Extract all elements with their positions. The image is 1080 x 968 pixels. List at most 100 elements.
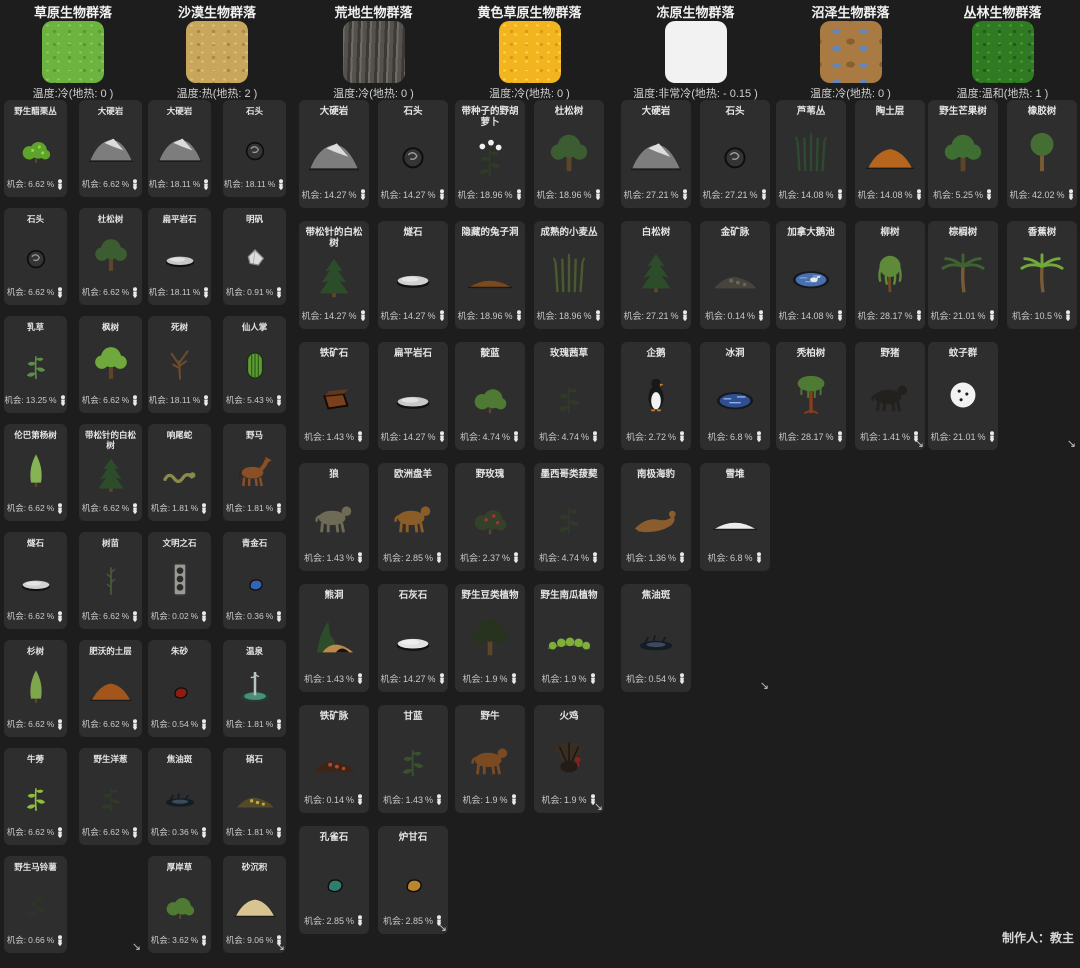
chance-prefix: 机会: bbox=[380, 672, 401, 685]
quad-icon bbox=[299, 480, 369, 551]
item-card[interactable]: 枫树机会:6.62% bbox=[79, 316, 142, 413]
resize-handle-icon[interactable]: ↘ bbox=[594, 802, 603, 813]
person-cursor-icon bbox=[56, 935, 64, 946]
item-card[interactable]: 铁矿脉机会:0.14% bbox=[299, 705, 369, 813]
item-card[interactable]: 响尾蛇机会:1.81% bbox=[148, 424, 211, 521]
item-card[interactable]: 明矾机会:0.91% bbox=[223, 208, 286, 305]
item-card[interactable]: 厚岸草机会:3.62% bbox=[148, 856, 211, 953]
item-card[interactable]: 杜松树机会:6.62% bbox=[79, 208, 142, 305]
chance-prefix: 机会: bbox=[541, 672, 562, 685]
item-card[interactable]: 死树机会:18.11% bbox=[148, 316, 211, 413]
item-card[interactable]: 大硬岩机会:27.21% bbox=[621, 100, 691, 208]
item-name: 明矾 bbox=[244, 208, 265, 224]
item-card[interactable]: 蚊子群机会:21.01% bbox=[928, 342, 998, 450]
item-card[interactable]: 野生南瓜植物机会:1.9% bbox=[534, 584, 604, 692]
item-card[interactable]: 杜松树机会:18.96% bbox=[534, 100, 604, 208]
item-card[interactable]: 秃柏树机会:28.17% bbox=[776, 342, 846, 450]
item-card[interactable]: 燧石机会:6.62% bbox=[4, 532, 67, 629]
resize-handle-icon[interactable]: ↘ bbox=[915, 439, 924, 450]
item-card[interactable]: 石头机会:14.27% bbox=[378, 100, 448, 208]
item-card[interactable]: 带松针的白松树机会:6.62% bbox=[79, 424, 142, 521]
item-card[interactable]: 欧洲盘羊机会:2.85% bbox=[378, 463, 448, 571]
item-card[interactable]: 扁平岩石机会:14.27% bbox=[378, 342, 448, 450]
item-card[interactable]: 大硬岩机会:18.11% bbox=[148, 100, 211, 197]
item-card[interactable]: 青金石机会:0.36% bbox=[223, 532, 286, 629]
item-card[interactable]: 靛蓝机会:4.74% bbox=[455, 342, 525, 450]
item-card[interactable]: 大硬岩机会:14.27% bbox=[299, 100, 369, 208]
item-card[interactable]: 温泉机会:1.81% bbox=[223, 640, 286, 737]
percent-sign: % bbox=[826, 432, 834, 442]
item-card[interactable]: 熊洞机会:1.43% bbox=[299, 584, 369, 692]
resize-handle-icon[interactable]: ↘ bbox=[132, 942, 141, 953]
item-card[interactable]: 柳树机会:28.17% bbox=[855, 221, 925, 329]
item-card[interactable]: 石头机会:27.21% bbox=[700, 100, 770, 208]
item-card[interactable]: 野猪机会:1.41% bbox=[855, 342, 925, 450]
biome-texture-swatch bbox=[186, 21, 248, 83]
item-card[interactable]: 野生豆类植物机会:1.9% bbox=[455, 584, 525, 692]
flat-icon bbox=[4, 548, 67, 610]
item-card[interactable]: 冰洞机会:6.8% bbox=[700, 342, 770, 450]
item-card[interactable]: 朱砂机会:0.54% bbox=[148, 640, 211, 737]
item-card[interactable]: 加拿大鹅池机会:14.08% bbox=[776, 221, 846, 329]
chance-prefix: 机会: bbox=[460, 430, 481, 443]
item-card[interactable]: 硝石机会:1.81% bbox=[223, 748, 286, 845]
item-card[interactable]: 带松针的白松树机会:14.27% bbox=[299, 221, 369, 329]
item-card[interactable]: 橡胶树机会:42.02% bbox=[1007, 100, 1077, 208]
chance-prefix: 机会: bbox=[707, 551, 728, 564]
item-chance: 机会:1.43% bbox=[304, 551, 364, 571]
item-card[interactable]: 燧石机会:14.27% bbox=[378, 221, 448, 329]
item-card[interactable]: 野牛机会:1.9% bbox=[455, 705, 525, 813]
item-card[interactable]: 芦苇丛机会:14.08% bbox=[776, 100, 846, 208]
item-card[interactable]: 野生醋栗丛机会:6.62% bbox=[4, 100, 67, 197]
item-card[interactable]: 铁矿石机会:1.43% bbox=[299, 342, 369, 450]
item-card[interactable]: 玫瑰茜草机会:4.74% bbox=[534, 342, 604, 450]
item-card[interactable]: 文明之石机会:0.02% bbox=[148, 532, 211, 629]
item-card[interactable]: 野生马铃薯机会:0.66% bbox=[4, 856, 67, 953]
item-card[interactable]: 白松树机会:27.21% bbox=[621, 221, 691, 329]
item-card[interactable]: 野玫瑰机会:2.37% bbox=[455, 463, 525, 571]
item-card[interactable]: 牛蒡机会:6.62% bbox=[4, 748, 67, 845]
item-card[interactable]: 孔雀石机会:2.85% bbox=[299, 826, 369, 934]
item-card[interactable]: 砂沉积机会:9.06% bbox=[223, 856, 286, 953]
item-card[interactable]: 石灰石机会:14.27% bbox=[378, 584, 448, 692]
chance-value: 10.5 bbox=[1034, 311, 1052, 321]
item-card[interactable]: 隐藏的兔子洞机会:18.96% bbox=[455, 221, 525, 329]
item-card[interactable]: 成熟的小麦丛机会:18.96% bbox=[534, 221, 604, 329]
item-card[interactable]: 杉树机会:6.62% bbox=[4, 640, 67, 737]
item-card[interactable]: 焦油斑机会:0.54% bbox=[621, 584, 691, 692]
resize-handle-icon[interactable]: ↘ bbox=[276, 942, 285, 953]
item-card[interactable]: 野生芒果树机会:5.25% bbox=[928, 100, 998, 208]
item-card[interactable]: 野马机会:1.81% bbox=[223, 424, 286, 521]
item-card[interactable]: 雪堆机会:6.8% bbox=[700, 463, 770, 571]
item-card[interactable]: 南极海豹机会:1.36% bbox=[621, 463, 691, 571]
item-card[interactable]: 石头机会:18.11% bbox=[223, 100, 286, 197]
item-card[interactable]: 石头机会:6.62% bbox=[4, 208, 67, 305]
chance-value: 27.21 bbox=[725, 190, 748, 200]
resize-handle-icon[interactable]: ↘ bbox=[1067, 439, 1076, 450]
item-card[interactable]: 棕榈树机会:21.01% bbox=[928, 221, 998, 329]
item-card[interactable]: 伦巴第杨树机会:6.62% bbox=[4, 424, 67, 521]
resize-handle-icon[interactable]: ↘ bbox=[760, 681, 769, 692]
resize-handle-icon[interactable]: ↘ bbox=[438, 923, 447, 934]
item-card[interactable]: 仙人掌机会:5.43% bbox=[223, 316, 286, 413]
person-cursor-icon bbox=[512, 431, 520, 442]
item-card[interactable]: 乳草机会:13.25% bbox=[4, 316, 67, 413]
item-card[interactable]: 陶土层机会:14.08% bbox=[855, 100, 925, 208]
item-chance: 机会:1.9% bbox=[541, 672, 596, 692]
item-card[interactable]: 焦油斑机会:0.36% bbox=[148, 748, 211, 845]
item-card[interactable]: 狼机会:1.43% bbox=[299, 463, 369, 571]
item-card[interactable]: 火鸡机会:1.9% bbox=[534, 705, 604, 813]
item-card[interactable]: 金矿脉机会:0.14% bbox=[700, 221, 770, 329]
item-card[interactable]: 大硬岩机会:6.62% bbox=[79, 100, 142, 197]
item-card[interactable]: 扁平岩石机会:18.11% bbox=[148, 208, 211, 305]
item-card[interactable]: 树苗机会:6.62% bbox=[79, 532, 142, 629]
mound-icon bbox=[79, 656, 142, 718]
item-card[interactable]: 企鹅机会:2.72% bbox=[621, 342, 691, 450]
item-card[interactable]: 野生洋葱机会:6.62% bbox=[79, 748, 142, 845]
item-card[interactable]: 香蕉树机会:10.5% bbox=[1007, 221, 1077, 329]
item-card[interactable]: 带种子的野胡萝卜机会:18.96% bbox=[455, 100, 525, 208]
item-card[interactable]: 炉甘石机会:2.85% bbox=[378, 826, 448, 934]
item-card[interactable]: 甘蓝机会:1.43% bbox=[378, 705, 448, 813]
item-card[interactable]: 墨西哥类菝葜机会:4.74% bbox=[534, 463, 604, 571]
item-card[interactable]: 肥沃的土层机会:6.62% bbox=[79, 640, 142, 737]
